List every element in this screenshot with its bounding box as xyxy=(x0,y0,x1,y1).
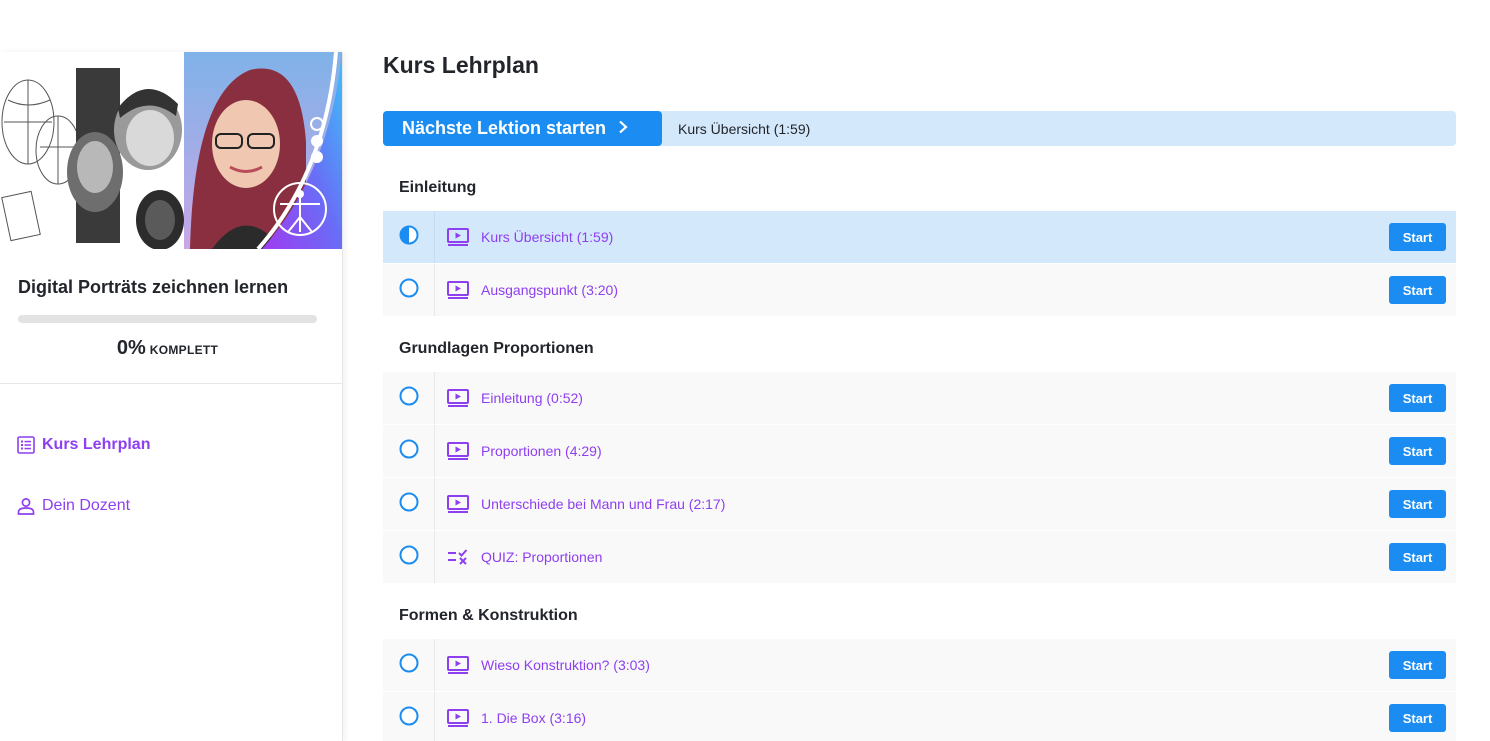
sidebar-item-label: Dein Dozent xyxy=(42,496,131,514)
quiz-icon xyxy=(446,545,470,569)
start-button[interactable]: Start xyxy=(1389,384,1446,412)
lesson-name[interactable]: Kurs Übersicht (1:59) xyxy=(481,229,1389,245)
video-icon xyxy=(446,706,470,730)
sidebar-nav: Kurs Lehrplan Dein Dozent xyxy=(0,414,342,536)
sidebar-divider xyxy=(0,383,342,384)
page-title: Kurs Lehrplan xyxy=(383,52,539,78)
lesson-name[interactable]: Wieso Konstruktion? (3:03) xyxy=(481,657,1389,673)
status-cell xyxy=(383,372,435,424)
half-circle-progress-icon xyxy=(399,225,419,250)
section-title: Formen & Konstruktion xyxy=(399,607,578,624)
sidebar-item-kurs-lehrplan[interactable]: Kurs Lehrplan xyxy=(0,414,342,475)
status-cell xyxy=(383,692,435,741)
person-icon xyxy=(16,496,36,516)
start-button[interactable]: Start xyxy=(1389,543,1446,571)
start-next-lesson-button[interactable]: Nächste Lektion starten xyxy=(383,111,662,146)
lesson-row[interactable]: 1. Die Box (3:16) Start xyxy=(383,692,1456,741)
start-button[interactable]: Start xyxy=(1389,276,1446,304)
sidebar-item-dein-dozent[interactable]: Dein Dozent xyxy=(0,475,342,536)
lesson-row[interactable]: Ausgangspunkt (3:20) Start xyxy=(383,264,1456,316)
empty-circle-icon xyxy=(399,386,419,411)
status-cell xyxy=(383,425,435,477)
start-next-lesson-label: Nächste Lektion starten xyxy=(402,118,607,138)
lesson-name[interactable]: Einleitung (0:52) xyxy=(481,390,1389,406)
empty-circle-icon xyxy=(399,706,419,731)
video-icon xyxy=(446,225,470,249)
progress-complete-label: KOMPLETT xyxy=(149,343,219,357)
status-cell xyxy=(383,211,435,263)
course-cover-image xyxy=(0,52,342,249)
video-icon xyxy=(446,439,470,463)
empty-circle-icon xyxy=(399,278,419,303)
list-icon xyxy=(16,435,36,455)
status-cell xyxy=(383,478,435,530)
chevron-right-icon xyxy=(618,118,628,139)
status-cell xyxy=(383,531,435,583)
lesson-name[interactable]: QUIZ: Proportionen xyxy=(481,549,1389,565)
status-cell xyxy=(383,264,435,316)
section-title: Grundlagen Proportionen xyxy=(399,340,594,357)
progress-percent: 0% xyxy=(116,337,146,359)
next-lesson-bar: Nächste Lektion starten Kurs Übersicht (… xyxy=(383,111,1456,146)
lesson-row[interactable]: Proportionen (4:29) Start xyxy=(383,425,1456,477)
empty-circle-icon xyxy=(399,439,419,464)
start-button[interactable]: Start xyxy=(1389,651,1446,679)
course-title: Digital Porträts zeichnen lernen xyxy=(18,277,289,297)
start-button[interactable]: Start xyxy=(1389,223,1446,251)
lesson-name[interactable]: 1. Die Box (3:16) xyxy=(481,710,1389,726)
lesson-name[interactable]: Unterschiede bei Mann und Frau (2:17) xyxy=(481,496,1389,512)
video-icon xyxy=(446,278,470,302)
empty-circle-icon xyxy=(399,545,419,570)
start-button[interactable]: Start xyxy=(1389,437,1446,465)
sidebar-item-label: Kurs Lehrplan xyxy=(42,435,151,453)
lesson-name[interactable]: Proportionen (4:29) xyxy=(481,443,1389,459)
lesson-row[interactable]: Unterschiede bei Mann und Frau (2:17) St… xyxy=(383,478,1456,530)
video-icon xyxy=(446,653,470,677)
video-icon xyxy=(446,492,470,516)
lesson-row[interactable]: Einleitung (0:52) Start xyxy=(383,372,1456,424)
empty-circle-icon xyxy=(399,492,419,517)
next-lesson-name: Kurs Übersicht (1:59) xyxy=(678,120,811,137)
lesson-row[interactable]: QUIZ: Proportionen Start xyxy=(383,531,1456,583)
start-button[interactable]: Start xyxy=(1389,490,1446,518)
start-button[interactable]: Start xyxy=(1389,704,1446,732)
status-cell xyxy=(383,639,435,691)
empty-circle-icon xyxy=(399,653,419,678)
lesson-row[interactable]: Wieso Konstruktion? (3:03) Start xyxy=(383,639,1456,691)
progress-label: 0% KOMPLETT xyxy=(0,335,335,361)
lesson-row[interactable]: Kurs Übersicht (1:59) Start xyxy=(383,211,1456,263)
progress-bar xyxy=(18,315,317,323)
course-sidebar: Digital Porträts zeichnen lernen 0% KOMPL… xyxy=(0,52,343,741)
video-icon xyxy=(446,386,470,410)
section-title: Einleitung xyxy=(399,179,477,196)
lesson-name[interactable]: Ausgangspunkt (3:20) xyxy=(481,282,1389,298)
